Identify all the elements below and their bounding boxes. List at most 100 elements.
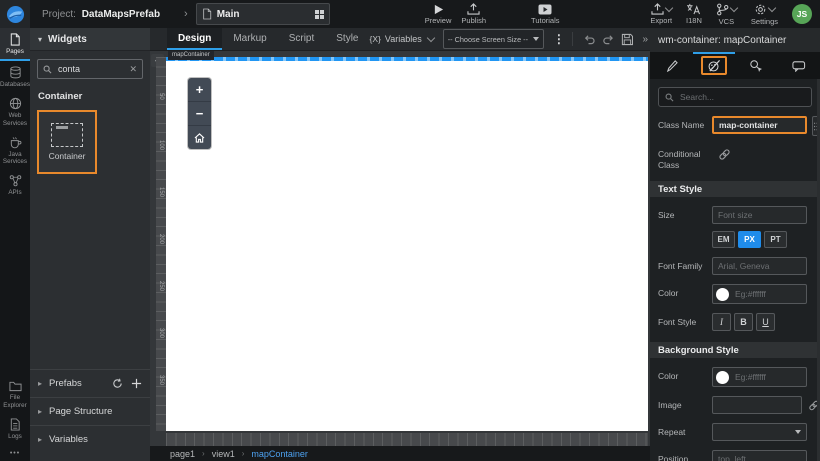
- database-icon: [9, 66, 22, 79]
- tab-script[interactable]: Script: [278, 28, 326, 50]
- refresh-icon[interactable]: [112, 378, 123, 389]
- unit-pt-button[interactable]: PT: [764, 231, 787, 248]
- variables-braces-icon: {X}: [370, 34, 381, 44]
- link-icon[interactable]: [718, 148, 731, 161]
- project-label: Project:: [42, 9, 76, 20]
- palette-icon: [707, 59, 721, 72]
- sidebar-item-logs[interactable]: Logs: [8, 413, 22, 444]
- add-prefab-icon[interactable]: [131, 378, 142, 389]
- background-repeat-select[interactable]: [712, 423, 807, 441]
- tab-properties[interactable]: [650, 52, 693, 79]
- design-canvas[interactable]: mapContainer + −: [166, 57, 648, 431]
- vcs-button[interactable]: VCS: [716, 3, 737, 26]
- section-variables[interactable]: ▸ Variables: [30, 425, 150, 453]
- breadcrumb-view1[interactable]: view1: [212, 449, 235, 459]
- i18n-button[interactable]: I18N: [686, 3, 702, 25]
- property-search[interactable]: [658, 87, 812, 107]
- text-style-section-header[interactable]: Text Style: [650, 181, 820, 197]
- dropdown-arrow-icon: [795, 430, 801, 434]
- background-position-input[interactable]: [712, 450, 807, 461]
- canvas-toolbar: Design Markup Script Style {X} Variables…: [150, 28, 650, 51]
- chevron-down-icon: [664, 4, 672, 12]
- tab-markup[interactable]: Markup: [222, 28, 277, 50]
- properties-panel: wm-container: mapContainer: [650, 28, 820, 461]
- more-options-button[interactable]: •••: [10, 444, 20, 459]
- caret-right-icon: ▸: [38, 435, 42, 444]
- screen-size-value: -- Choose Screen Size --: [448, 35, 533, 44]
- inspector-tabs: [650, 52, 820, 79]
- italic-button[interactable]: I: [712, 313, 731, 331]
- settings-button[interactable]: Settings: [751, 3, 778, 26]
- more-menu-icon[interactable]: ⋮: [553, 33, 565, 45]
- text-color-input[interactable]: [733, 288, 803, 300]
- tab-style[interactable]: Style: [325, 28, 369, 50]
- chevron-down-icon: [730, 4, 738, 12]
- project-name: DataMapsPrefab: [82, 9, 160, 20]
- property-search-input[interactable]: [678, 91, 805, 103]
- wavemaker-logo-icon[interactable]: [0, 0, 30, 28]
- widgets-panel-header[interactable]: ▾ Widgets: [30, 28, 150, 51]
- map-home-button[interactable]: [188, 126, 211, 149]
- tutorials-button[interactable]: Tutorials: [531, 4, 559, 25]
- background-image-row: Image: [650, 396, 820, 414]
- font-family-input[interactable]: [712, 257, 807, 275]
- search-icon: [665, 93, 674, 102]
- unit-em-button[interactable]: EM: [712, 231, 735, 248]
- page-selector-value: Main: [217, 9, 310, 20]
- export-button[interactable]: Export: [650, 3, 672, 25]
- save-icon[interactable]: [621, 33, 634, 46]
- ruler-label: 150: [158, 187, 164, 234]
- container-widget-label: Container: [49, 151, 86, 161]
- unit-px-button[interactable]: PX: [738, 231, 761, 248]
- sidebar-item-pages[interactable]: Pages: [0, 28, 30, 61]
- tab-design[interactable]: Design: [167, 28, 222, 50]
- sidebar-item-web-services[interactable]: Web Services: [0, 92, 30, 130]
- background-style-section-header[interactable]: Background Style: [650, 342, 820, 358]
- class-name-input[interactable]: [712, 116, 807, 134]
- widget-search[interactable]: ✕: [37, 59, 143, 79]
- preview-button[interactable]: Preview: [425, 4, 452, 25]
- publish-button[interactable]: Publish: [461, 3, 486, 25]
- tab-inspect[interactable]: [735, 52, 778, 79]
- background-image-input[interactable]: [712, 396, 802, 414]
- sidebar-item-databases[interactable]: Databases: [0, 61, 30, 92]
- sidebar-item-file-explorer[interactable]: File Explorer: [0, 375, 30, 412]
- user-avatar[interactable]: JS: [792, 4, 812, 24]
- breadcrumb-page1[interactable]: page1: [170, 449, 195, 459]
- underline-button[interactable]: U: [756, 313, 775, 331]
- page-selector[interactable]: Main: [196, 3, 330, 25]
- font-size-input[interactable]: [712, 206, 807, 224]
- font-size-units: EM PX PT: [650, 231, 820, 248]
- redo-icon[interactable]: [602, 33, 615, 45]
- breadcrumb-mapcontainer[interactable]: mapContainer: [251, 449, 308, 459]
- screen-size-select[interactable]: -- Choose Screen Size --: [443, 29, 544, 49]
- tab-styles[interactable]: [693, 52, 736, 79]
- section-prefabs[interactable]: ▸ Prefabs: [30, 369, 150, 397]
- container-widget-item[interactable]: Container: [37, 110, 97, 174]
- widget-search-input[interactable]: [56, 63, 125, 75]
- map-zoom-out-button[interactable]: −: [188, 102, 211, 126]
- grid-icon[interactable]: [315, 10, 324, 19]
- tab-comments[interactable]: [778, 52, 820, 79]
- chevron-icon: ›: [184, 8, 188, 20]
- color-swatch[interactable]: [716, 288, 729, 301]
- container-widget-icon: [51, 123, 83, 147]
- caret-right-icon: ▸: [38, 379, 42, 388]
- sidebar-item-apis[interactable]: APIs: [0, 169, 30, 200]
- background-color-input[interactable]: [733, 371, 803, 383]
- map-zoom-in-button[interactable]: +: [188, 78, 211, 102]
- section-page-structure[interactable]: ▸ Page Structure: [30, 397, 150, 425]
- publish-icon: [467, 3, 480, 15]
- bold-button[interactable]: B: [734, 313, 753, 331]
- sidebar-item-java-services[interactable]: Java Services: [0, 131, 30, 169]
- undo-icon[interactable]: [583, 33, 596, 45]
- variables-button[interactable]: {X} Variables: [370, 34, 434, 44]
- color-swatch[interactable]: [716, 371, 729, 384]
- translate-icon: [686, 3, 701, 15]
- font-style-row: Font Style I B U: [650, 313, 820, 331]
- pencil-icon: [665, 59, 678, 72]
- collapse-right-panel-icon[interactable]: »: [642, 34, 648, 45]
- clear-search-icon[interactable]: ✕: [129, 64, 137, 75]
- page-icon: [202, 8, 212, 20]
- background-color-row: Color: [650, 367, 820, 387]
